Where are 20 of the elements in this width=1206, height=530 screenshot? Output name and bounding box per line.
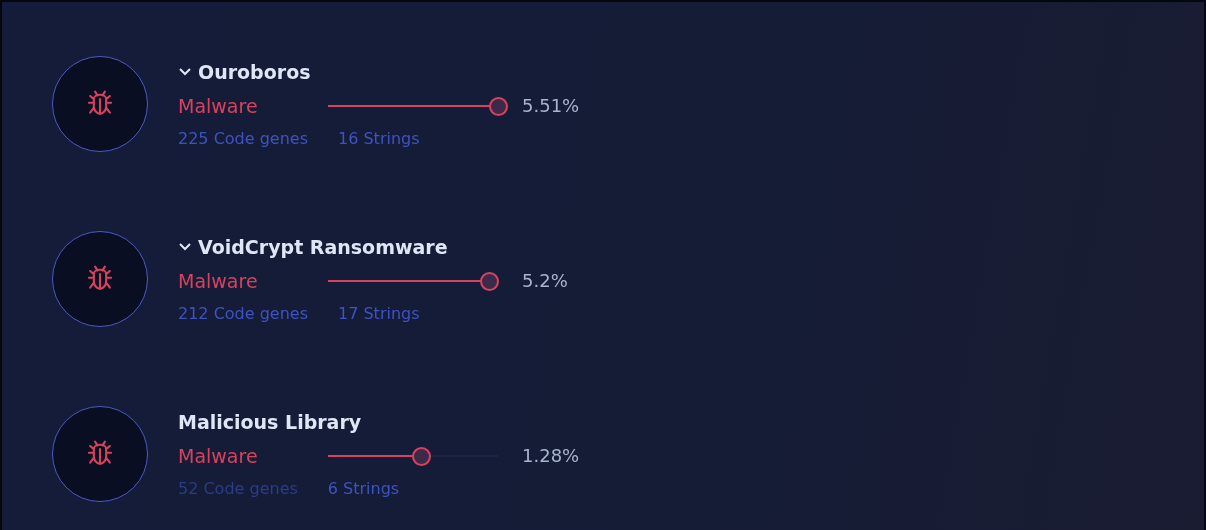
- code-genes-link[interactable]: 52 Code genes: [178, 478, 298, 498]
- similarity-percent: 1.28%: [522, 446, 580, 466]
- category-label: Malware: [178, 95, 259, 117]
- strings-link[interactable]: 6 Strings: [327, 478, 400, 498]
- family-name: VoidCrypt Ransomware: [198, 236, 448, 258]
- bar-knob: [480, 271, 499, 291]
- strings-link[interactable]: 16 Strings: [338, 128, 420, 148]
- family-name: Ouroboros: [198, 61, 311, 83]
- similarity-percent: 5.2%: [522, 271, 568, 291]
- code-genes-link[interactable]: 212 Code genes: [178, 303, 308, 323]
- code-genes-link[interactable]: 225 Code genes: [178, 128, 308, 148]
- bar-knob: [488, 96, 508, 116]
- category-label: Malware: [178, 270, 259, 292]
- similarity-percent: 5.51%: [522, 96, 580, 116]
- bar-knob: [412, 446, 431, 466]
- strings-link[interactable]: 17 Strings: [338, 303, 420, 323]
- chevron-icon[interactable]: [178, 242, 192, 252]
- family-name: Malicious Library: [178, 411, 362, 433]
- chevron-icon[interactable]: [178, 67, 192, 77]
- category-label: Malware: [178, 445, 259, 467]
